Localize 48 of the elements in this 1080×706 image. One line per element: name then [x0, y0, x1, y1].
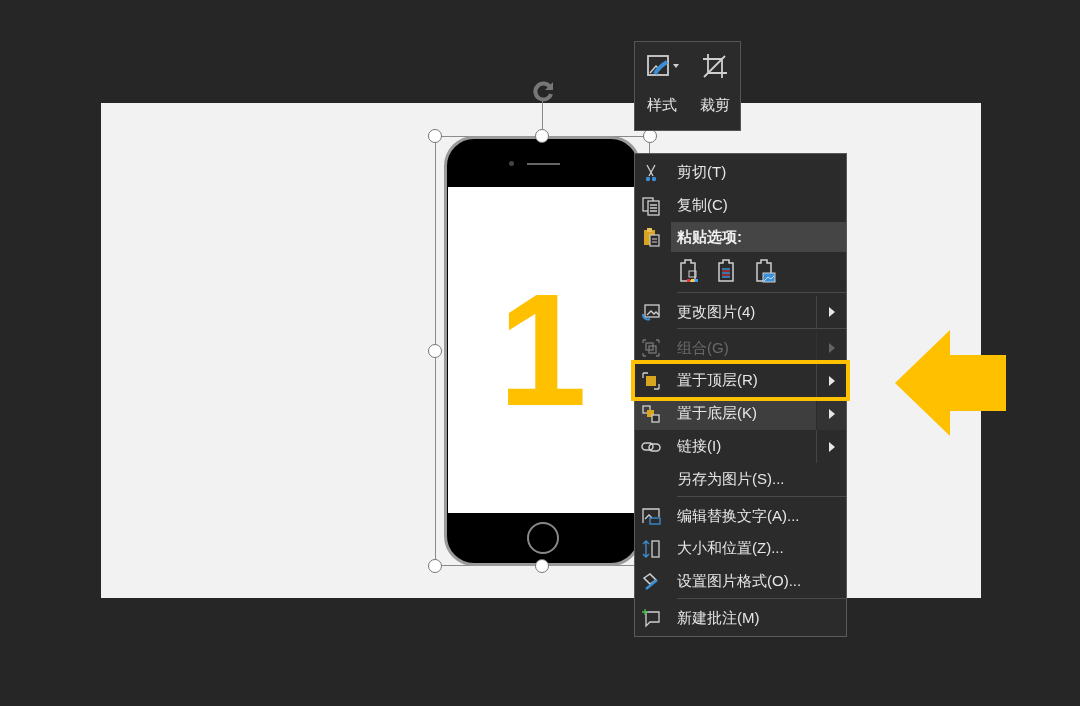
menu-item-label: 置于顶层(R) [677, 370, 758, 391]
picture-paste-icon[interactable] [753, 259, 777, 285]
comment-icon [641, 608, 661, 628]
menu-item-label: 编辑替换文字(A)... [677, 505, 800, 526]
menu-item-label: 更改图片(4) [677, 301, 756, 322]
resize-handle[interactable] [428, 559, 442, 573]
menu-item-label: 链接(I) [677, 436, 722, 457]
resize-handle[interactable] [428, 344, 442, 358]
menu-item[interactable]: 另存为图片(S)... [635, 463, 846, 496]
resize-handle[interactable] [428, 129, 442, 143]
menu-item-label: 设置图片格式(O)... [677, 571, 802, 592]
toolbar-button[interactable]: 样式 [641, 52, 684, 130]
menu-item[interactable]: 编辑替换文字(A)... [635, 496, 846, 532]
crop-icon [700, 52, 729, 80]
submenu-arrow-icon [828, 408, 835, 419]
keep-formatting-paste-icon[interactable] [677, 259, 701, 285]
toolbar-button[interactable]: 裁剪 [695, 52, 734, 130]
phone-screen-number: 1 [498, 270, 587, 430]
menu-item-label: 剪切(T) [677, 162, 727, 183]
menu-item-label: 另存为图片(S)... [677, 469, 785, 490]
menu-item[interactable]: 复制(C) [635, 189, 846, 222]
group-icon [641, 338, 661, 358]
send-to-back-icon [641, 403, 661, 424]
alt-text-icon [641, 506, 661, 526]
clipboard-icon [641, 227, 661, 247]
menu-item-label: 新建批注(M) [677, 607, 760, 628]
bring-to-front-icon [641, 370, 661, 391]
menu-item[interactable]: 新建批注(M) [635, 598, 846, 634]
menu-item-label: 大小和位置(Z)... [677, 538, 784, 559]
menu-item-label: 置于底层(K) [677, 403, 757, 424]
resize-handle[interactable] [535, 129, 549, 143]
menu-item[interactable]: 大小和位置(Z)... [635, 532, 846, 565]
submenu-arrow-icon [828, 343, 835, 353]
change-picture-icon [641, 302, 661, 322]
copy-icon [641, 195, 661, 216]
resize-handle[interactable] [535, 559, 549, 573]
home-button-drawing [526, 522, 559, 554]
size-position-icon [641, 538, 661, 559]
menu-item[interactable]: 剪切(T) [635, 156, 846, 189]
paste-options-header: 粘贴选项: [671, 222, 846, 252]
menu-item-label: 复制(C) [677, 195, 728, 216]
submenu-arrow-icon [828, 375, 835, 386]
menu-item[interactable]: 设置图片格式(O)... [635, 565, 846, 598]
submenu-arrow-icon [828, 307, 835, 317]
callout-arrow-icon [895, 330, 1006, 436]
menu-item[interactable]: 链接(I) [635, 430, 846, 463]
submenu-arrow-icon [828, 441, 835, 452]
menu-item-label: 组合(G) [677, 337, 729, 358]
